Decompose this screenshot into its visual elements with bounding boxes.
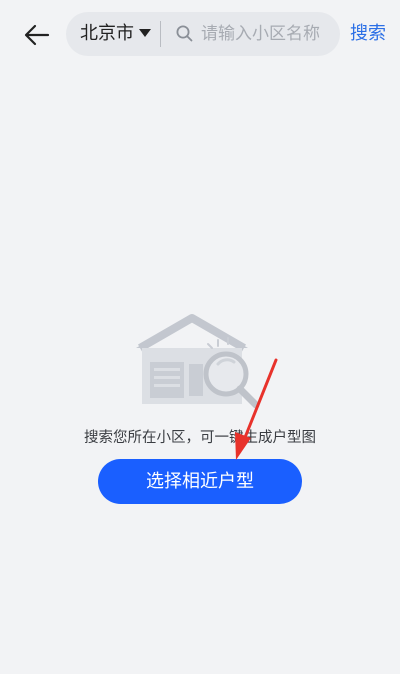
back-button[interactable]	[22, 20, 52, 50]
caret-down-icon	[139, 29, 151, 37]
house-search-icon	[136, 314, 260, 409]
arrow-left-icon	[24, 24, 50, 46]
search-button[interactable]: 搜索	[350, 22, 386, 46]
page: 北京市 搜索	[0, 0, 400, 674]
search-input[interactable]	[201, 21, 331, 47]
search-icon	[176, 25, 193, 42]
empty-state-message: 搜索您所在小区，可一键生成户型图	[84, 430, 316, 446]
top-bar: 北京市 搜索	[0, 0, 400, 70]
search-box: 北京市	[66, 12, 340, 56]
city-selector[interactable]: 北京市	[66, 12, 162, 56]
divider	[160, 21, 161, 47]
select-similar-layout-button[interactable]: 选择相近户型	[98, 459, 302, 504]
city-label: 北京市	[80, 23, 134, 44]
